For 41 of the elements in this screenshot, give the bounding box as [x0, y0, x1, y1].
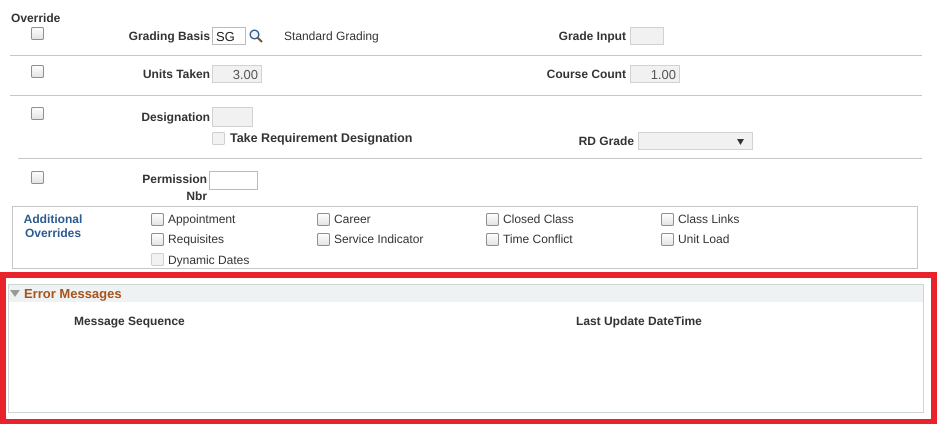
column-header: Last Update DateTime [576, 314, 702, 328]
checkbox-label: Closed Class [503, 212, 574, 226]
checkbox[interactable] [486, 212, 499, 226]
checkbox[interactable] [661, 232, 674, 246]
checkbox[interactable] [151, 212, 164, 226]
section-label: Additional Overrides [22, 212, 84, 242]
checkbox[interactable] [151, 232, 164, 246]
field-label: Designation [140, 110, 211, 124]
checkbox-label: Requisites [168, 232, 224, 246]
checkbox-label: Unit Load [678, 232, 730, 246]
checkbox-label: Class Links [678, 212, 740, 226]
checkbox[interactable] [661, 212, 674, 226]
checkbox-label: Dynamic Dates [168, 252, 250, 267]
checkbox-label: Career [334, 212, 371, 226]
column-header: Message Sequence [74, 314, 185, 328]
field-label: Course Count [546, 67, 627, 81]
field-label: RD Grade [578, 134, 635, 148]
checkbox-label: Take Requirement Designation [230, 131, 412, 145]
field-label: Units Taken [142, 67, 211, 81]
override-checkbox[interactable] [31, 27, 44, 40]
checkbox[interactable] [317, 232, 330, 246]
caret-icon [737, 139, 744, 145]
field-label: Permission Nbr [141, 171, 208, 205]
column-header: Override [10, 10, 62, 25]
checkbox-label: Time Conflict [503, 232, 573, 246]
checkbox[interactable] [317, 212, 330, 226]
checkbox-label: Appointment [168, 212, 236, 226]
collapse-icon[interactable] [10, 290, 20, 298]
input-field[interactable]: SG [212, 27, 246, 45]
search-icon[interactable] [249, 29, 263, 43]
checkbox-label: Service Indicator [334, 232, 424, 246]
override-checkbox[interactable] [31, 171, 44, 184]
field-label: Grade Input [558, 29, 627, 43]
panel-header[interactable]: Error Messages [9, 285, 923, 302]
checkbox[interactable] [486, 232, 499, 246]
panel-title: Error Messages [24, 286, 122, 301]
override-checkbox[interactable] [31, 65, 44, 78]
input-field[interactable] [209, 171, 258, 190]
override-checkbox[interactable] [31, 107, 44, 120]
field-value: Standard Grading [284, 29, 379, 43]
field-label: Grading Basis [128, 29, 211, 43]
